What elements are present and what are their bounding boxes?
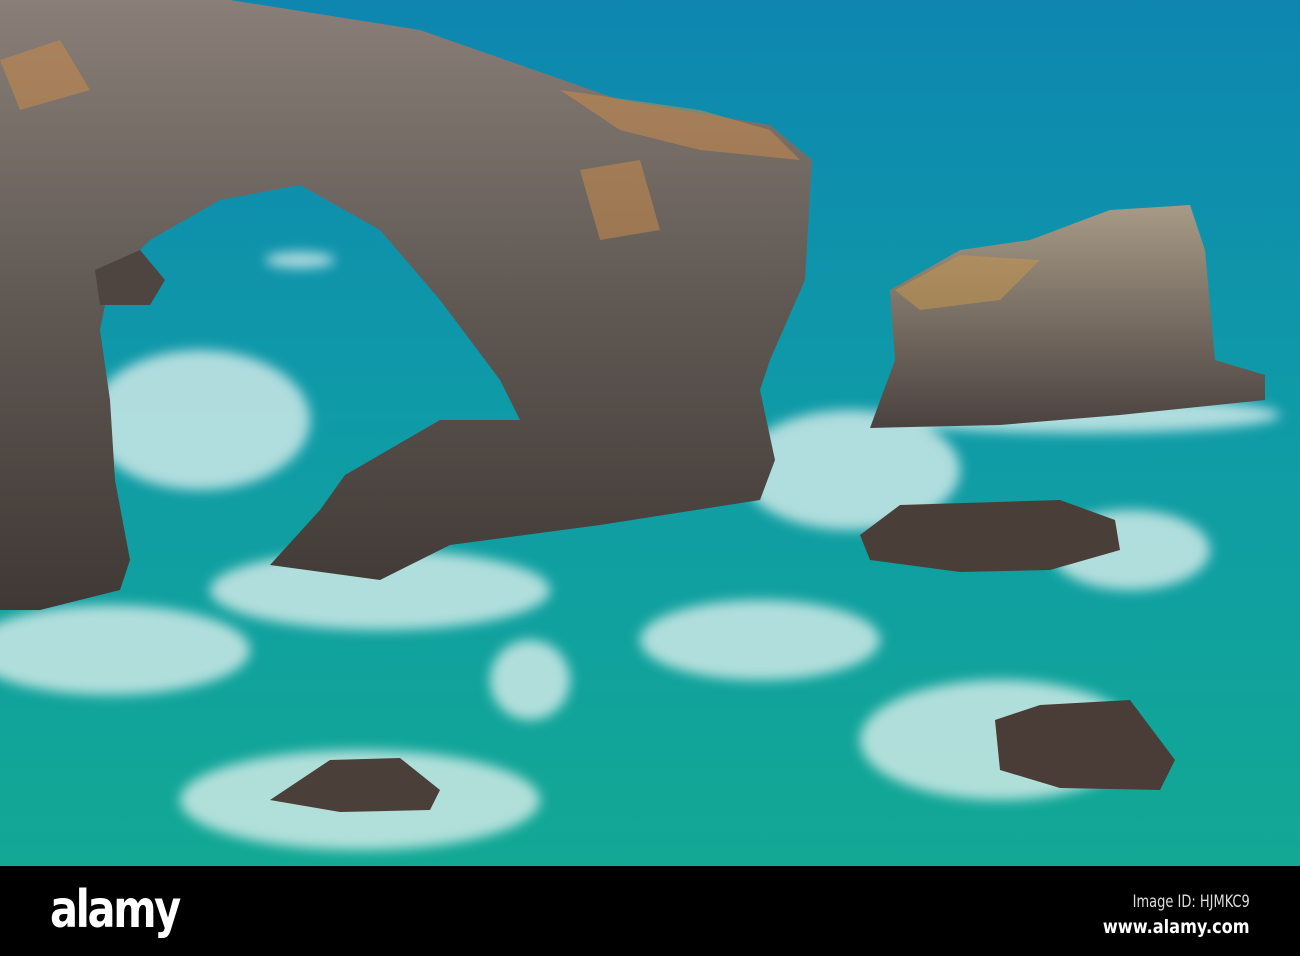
watermark-bar: alamy Image ID: HJMKC9 www.alamy.com: [0, 866, 1300, 956]
alamy-logo[interactable]: alamy: [50, 880, 181, 940]
image-id: Image ID: HJMKC9: [1132, 892, 1250, 912]
site-link[interactable]: www.alamy.com: [1103, 916, 1250, 938]
sea-arch-photo: [0, 0, 1300, 866]
stock-photo-page: alamy Image ID: HJMKC9 www.alamy.com: [0, 0, 1300, 956]
